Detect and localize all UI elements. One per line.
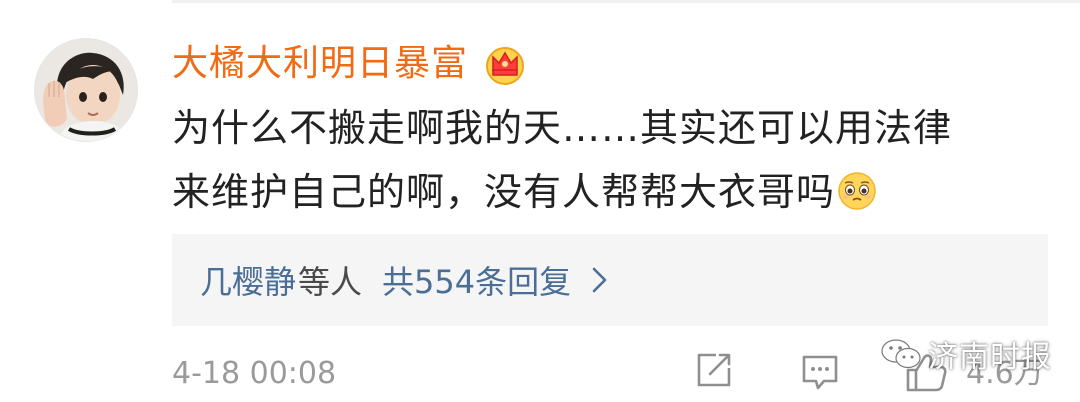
pleading-face-emoji-icon [838, 172, 876, 210]
comment-icon[interactable] [800, 352, 840, 392]
crown-badge-icon [486, 47, 525, 85]
username[interactable]: 大橘大利明日暴富 [172, 36, 468, 92]
timestamp: 4-18 00:08 [172, 356, 337, 391]
comment-card: 大橘大利明日暴富 为什么不搬走啊我的天……其实还可以用法律 来维护自己的啊，没有… [0, 0, 1080, 402]
share-icon[interactable] [694, 350, 734, 390]
comment-line-1: 为什么不搬走啊我的天……其实还可以用法律 [172, 106, 953, 150]
comment-text: 为什么不搬走啊我的天……其实还可以用法律 来维护自己的啊，没有人帮帮大衣哥吗 [172, 96, 1052, 224]
comment-line-2-text: 来维护自己的啊，没有人帮帮大衣哥吗 [172, 170, 836, 214]
avatar-image [35, 39, 137, 141]
avatar[interactable] [34, 38, 138, 142]
chevron-right-icon [592, 267, 607, 293]
username-row: 大橘大利明日暴富 [172, 36, 526, 92]
reply-names-suffix: 等人 [298, 263, 363, 301]
reply-count-link[interactable]: 共554条回复 [382, 257, 571, 303]
view-replies-button[interactable]: 几樱静 等人 共554条回复 [172, 234, 1048, 326]
watermark-text: 济南时报 [928, 340, 1052, 375]
watermark: 济南时报 [880, 332, 1052, 376]
reply-user-names[interactable]: 几樱静 [200, 257, 296, 303]
wechat-icon [881, 339, 921, 369]
comment-line-2: 来维护自己的啊，没有人帮帮大衣哥吗 [172, 160, 1052, 224]
divider [172, 0, 1080, 3]
